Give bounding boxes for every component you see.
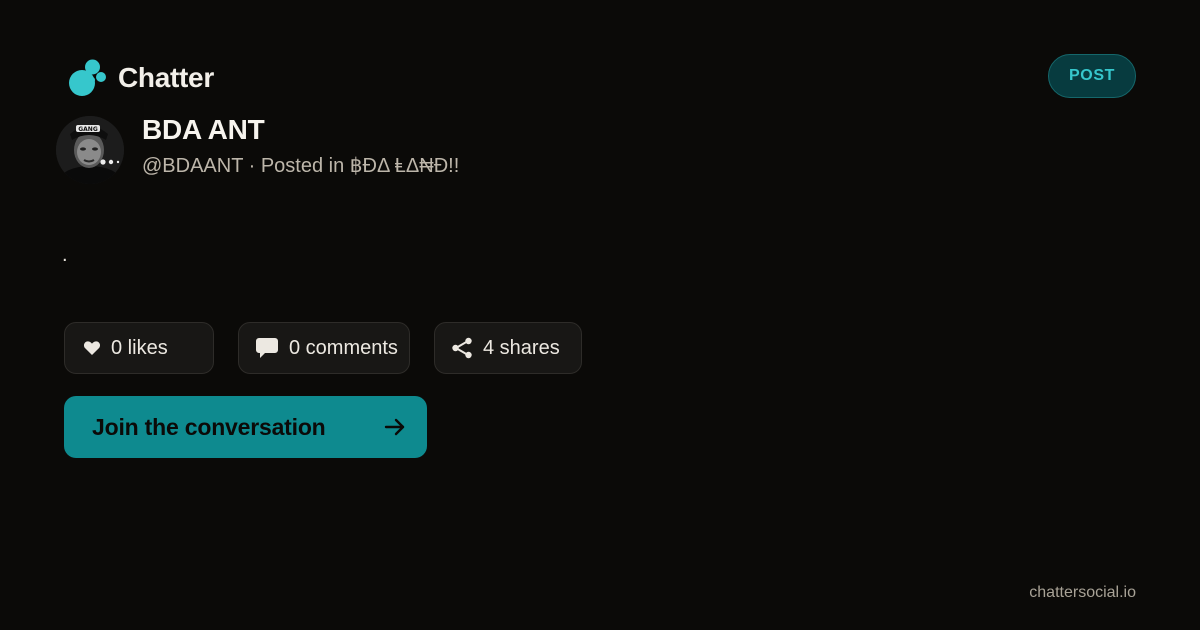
join-conversation-button[interactable]: Join the conversation: [64, 396, 427, 458]
footer-domain-link[interactable]: chattersocial.io: [1029, 584, 1136, 602]
speech-bubble-icon: [255, 337, 279, 359]
post-type-badge: POST: [1048, 54, 1136, 98]
join-conversation-label: Join the conversation: [92, 413, 326, 440]
author-display-name[interactable]: BDA ANT: [142, 114, 265, 146]
svg-text:GANG: GANG: [78, 126, 98, 133]
heart-icon: [83, 340, 101, 356]
author-meta: @BDAANT · Posted in ฿ĐΔ ⱠΔ₦Đ!!: [142, 155, 460, 177]
likes-stat[interactable]: 0 likes: [64, 322, 214, 374]
shares-stat[interactable]: 4 shares: [434, 322, 582, 374]
comments-count: 0 comments: [289, 336, 398, 359]
share-card: Chatter POST GANG BDA ANT @BDAANT · Post…: [0, 0, 1200, 630]
post-body-text: .: [62, 244, 68, 266]
profile-photo: GANG: [56, 116, 124, 184]
share-icon: [451, 337, 473, 359]
chatter-bubbles-logo-icon: [69, 59, 106, 96]
brand-name: Chatter: [118, 62, 214, 93]
comments-stat[interactable]: 0 comments: [238, 322, 410, 374]
avatar[interactable]: GANG: [56, 116, 124, 184]
likes-count: 0 likes: [111, 336, 168, 359]
shares-count: 4 shares: [483, 336, 560, 359]
arrow-right-icon: [384, 418, 405, 436]
brand-logo[interactable]: Chatter: [68, 58, 214, 98]
